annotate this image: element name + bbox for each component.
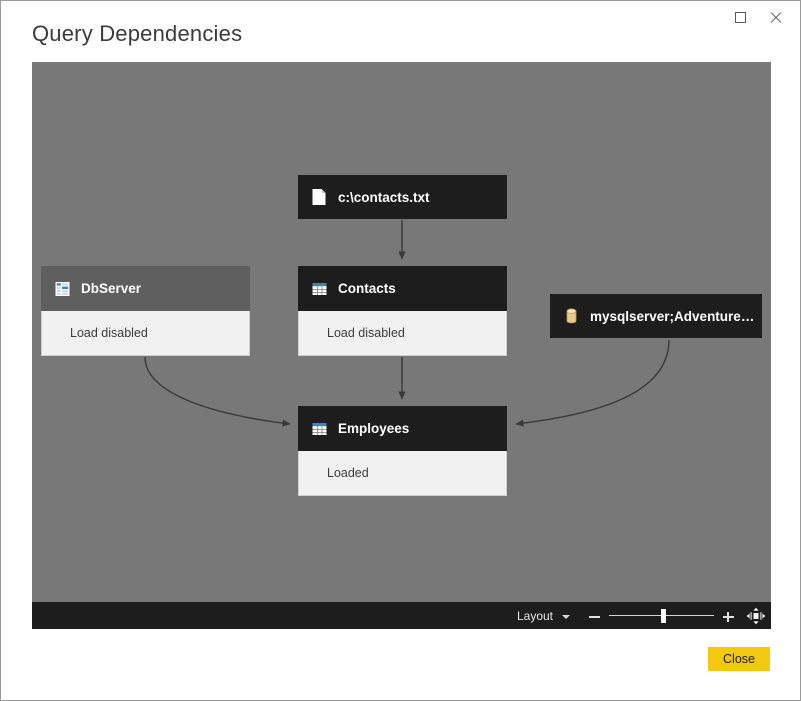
graph-node-mysqlserver[interactable]: mysqlserver;AdventureWor...: [550, 294, 762, 338]
chevron-down-icon: [562, 615, 570, 619]
graph-node-employees[interactable]: Employees Loaded: [298, 406, 507, 496]
node-status: Load disabled: [298, 311, 507, 356]
fit-to-screen-icon[interactable]: [741, 602, 771, 630]
node-status: Load disabled: [41, 311, 250, 356]
minus-icon[interactable]: [588, 610, 601, 623]
node-title: Contacts: [338, 281, 396, 296]
dependency-graph-canvas[interactable]: c:\contacts.txt DbServer Load di: [32, 62, 771, 630]
node-status: Loaded: [298, 451, 507, 496]
layout-dropdown[interactable]: Layout: [509, 602, 574, 630]
node-header[interactable]: mysqlserver;AdventureWor...: [550, 294, 762, 338]
close-icon[interactable]: [760, 5, 790, 29]
zoom-controls: [588, 609, 735, 623]
node-header[interactable]: Employees: [298, 406, 507, 451]
graph-node-contacts-txt[interactable]: c:\contacts.txt: [298, 175, 507, 219]
close-glyph: [769, 11, 782, 24]
node-header[interactable]: DbServer: [41, 266, 250, 311]
graph-node-dbserver[interactable]: DbServer Load disabled: [41, 266, 250, 356]
node-title: Employees: [338, 421, 409, 436]
fit-to-screen-glyph: [746, 607, 766, 625]
query-dependencies-dialog: Query Dependencies: [0, 0, 801, 701]
node-title: c:\contacts.txt: [338, 190, 430, 205]
title-bar: Query Dependencies: [1, 1, 800, 61]
database-icon: [563, 307, 580, 325]
maximize-glyph: [735, 12, 746, 23]
text-file-icon: [311, 188, 328, 206]
table-icon: [311, 420, 328, 438]
table-icon: [311, 280, 328, 298]
zoom-slider-thumb[interactable]: [661, 609, 666, 623]
node-header[interactable]: c:\contacts.txt: [298, 175, 507, 219]
node-title: mysqlserver;AdventureWor...: [590, 309, 762, 324]
record-list-icon: [54, 280, 71, 298]
graph-toolbar: Layout: [32, 602, 771, 630]
dialog-footer: Close: [1, 629, 800, 700]
graph-node-contacts[interactable]: Contacts Load disabled: [298, 266, 507, 356]
node-header[interactable]: Contacts: [298, 266, 507, 311]
page-title: Query Dependencies: [32, 21, 242, 47]
layout-dropdown-label: Layout: [517, 609, 553, 623]
node-title: DbServer: [81, 281, 141, 296]
zoom-slider[interactable]: [609, 609, 714, 623]
maximize-icon[interactable]: [725, 5, 755, 29]
close-button[interactable]: Close: [708, 647, 770, 671]
plus-icon[interactable]: [722, 610, 735, 623]
